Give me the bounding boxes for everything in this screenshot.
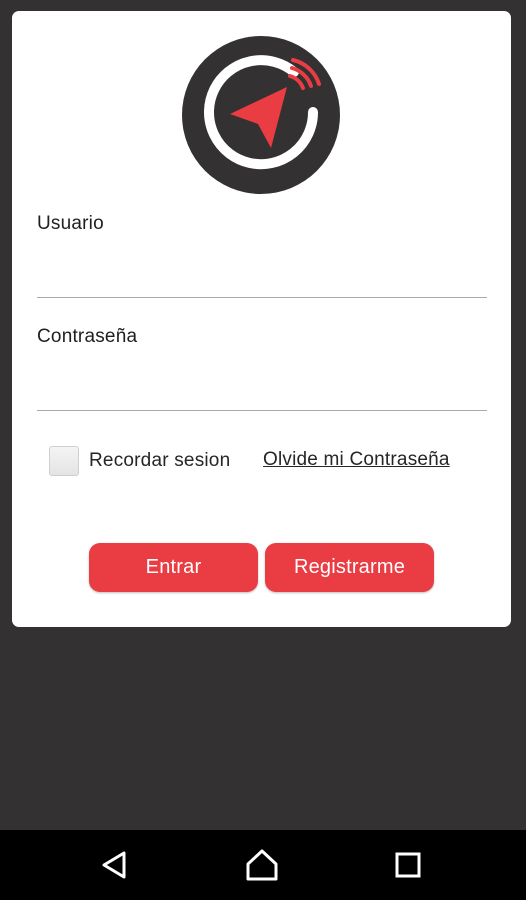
- forgot-password-link[interactable]: Olvide mi Contraseña: [263, 449, 450, 471]
- app-logo: [182, 36, 340, 194]
- login-card: Usuario Contraseña Recordar sesion Olvid…: [12, 11, 511, 627]
- system-navigation-bar: [0, 830, 526, 900]
- remember-session-label[interactable]: Recordar sesion: [89, 450, 230, 472]
- remember-session-row: Recordar sesion: [49, 444, 230, 478]
- password-input[interactable]: [37, 370, 487, 411]
- username-label: Usuario: [37, 213, 104, 234]
- status-bar-area: [0, 0, 526, 10]
- login-button[interactable]: Entrar: [89, 543, 258, 592]
- register-button[interactable]: Registrarme: [265, 543, 434, 592]
- remember-session-checkbox[interactable]: [49, 446, 79, 476]
- home-icon[interactable]: [244, 847, 280, 883]
- password-label: Contraseña: [37, 326, 138, 347]
- username-input[interactable]: [37, 257, 487, 298]
- back-triangle-icon[interactable]: [97, 847, 133, 883]
- recents-square-icon[interactable]: [390, 847, 426, 883]
